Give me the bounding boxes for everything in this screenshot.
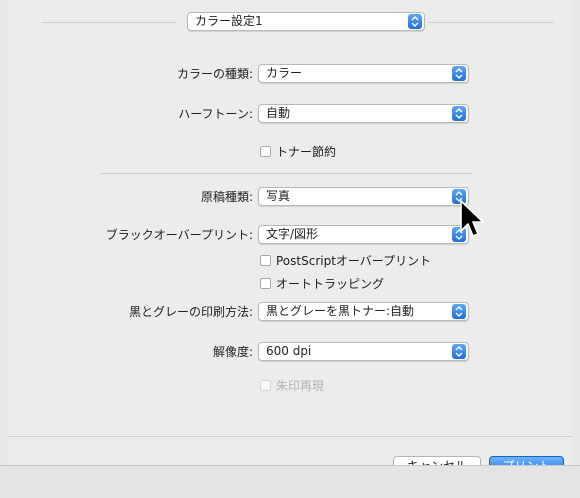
color-type-popup[interactable]: カラー: [258, 64, 469, 83]
original-type-label: 原稿種類:: [200, 190, 253, 204]
chevron-updown-icon: [452, 106, 466, 121]
window-bottom-edge: [0, 465, 580, 498]
bw-print-method-value: 黒とグレーを黒トナー:自動: [266, 304, 415, 318]
checkbox-box[interactable]: [260, 146, 271, 157]
resolution-label: 解像度:: [212, 345, 253, 359]
halftone-label: ハーフトーン:: [178, 107, 253, 121]
vermilion-reproduction-label: 朱印再現: [276, 379, 325, 393]
chevron-updown-icon: [452, 304, 466, 319]
preset-popup[interactable]: カラー設定1: [187, 12, 425, 31]
mouse-pointer-icon: [460, 200, 484, 237]
resolution-popup[interactable]: 600 dpi: [258, 342, 469, 361]
color-type-value: カラー: [266, 66, 303, 80]
chevron-updown-icon: [408, 14, 422, 29]
color-type-label: カラーの種類:: [176, 67, 253, 81]
bw-print-method-label: 黒とグレーの印刷方法:: [128, 305, 253, 319]
halftone-value: 自動: [266, 106, 291, 120]
auto-trapping-label: オートトラッピング: [276, 277, 385, 291]
black-overprint-popup[interactable]: 文字/図形: [258, 225, 469, 244]
footer-divider: [8, 436, 572, 437]
resolution-value: 600 dpi: [266, 344, 312, 358]
section-divider: [100, 173, 472, 174]
checkbox-box: [260, 380, 271, 391]
preset-value: カラー設定1: [195, 14, 263, 28]
preset-divider-right: [428, 22, 554, 23]
bw-print-method-popup[interactable]: 黒とグレーを黒トナー:自動: [258, 302, 469, 321]
halftone-popup[interactable]: 自動: [258, 104, 469, 123]
original-type-popup[interactable]: 写真: [258, 187, 469, 206]
original-type-value: 写真: [266, 189, 291, 203]
postscript-overprint-label: PostScriptオーバープリント: [276, 254, 432, 268]
chevron-updown-icon: [452, 66, 466, 81]
checkbox-box[interactable]: [260, 278, 271, 289]
black-overprint-value: 文字/図形: [266, 227, 319, 241]
checkbox-box[interactable]: [260, 255, 271, 266]
chevron-updown-icon: [452, 344, 466, 359]
preset-divider-left: [42, 22, 177, 23]
black-overprint-label: ブラックオーバープリント:: [105, 228, 253, 242]
toner-save-label: トナー節約: [276, 145, 337, 159]
